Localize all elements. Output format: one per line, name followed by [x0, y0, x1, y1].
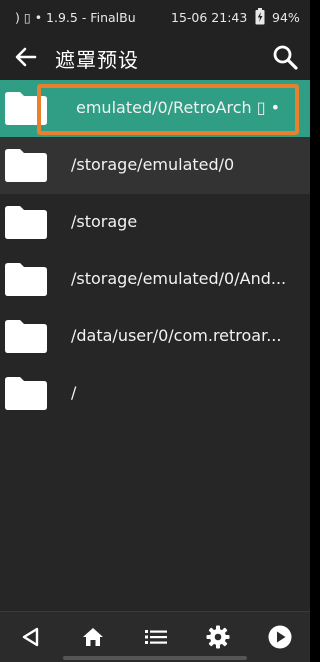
folder-icon — [5, 92, 47, 125]
folder-icon — [5, 149, 47, 182]
status-time: 15-06 21:43 — [171, 10, 248, 25]
list-item[interactable]: /data/user/0/com.retroar... — [0, 308, 310, 365]
gear-icon[interactable] — [204, 623, 232, 651]
list-item[interactable]: emulated/0/RetroArch ▯ • — [0, 80, 310, 137]
back-triangle-icon[interactable] — [17, 623, 45, 651]
arrow-left-icon[interactable] — [12, 43, 40, 71]
list-item[interactable]: /storage/emulated/0 — [0, 137, 310, 194]
bottom-nav-bar — [0, 611, 310, 662]
screen: ) ▯ • 1.9.5 - FinalBu 15-06 21:43 94% 遮罩… — [0, 0, 310, 662]
status-left-text: ) ▯ • 1.9.5 - FinalBu — [15, 10, 136, 25]
folder-icon — [5, 263, 47, 296]
list-item-label: / — [71, 383, 77, 402]
play-circle-icon[interactable] — [266, 623, 294, 651]
list-icon[interactable] — [142, 623, 170, 651]
list-item-label: /storage/emulated/0/And... — [71, 269, 287, 288]
battery-percent: 94% — [272, 10, 300, 25]
home-indicator[interactable] — [63, 656, 247, 660]
folder-icon — [5, 320, 47, 353]
search-icon[interactable] — [270, 42, 300, 72]
status-bar: ) ▯ • 1.9.5 - FinalBu 15-06 21:43 94% — [0, 0, 310, 34]
list-item-label: emulated/0/RetroArch ▯ • — [76, 98, 281, 117]
folder-icon — [5, 206, 47, 239]
list-item[interactable]: /storage/emulated/0/And... — [0, 251, 310, 308]
folder-list: emulated/0/RetroArch ▯ • /storage/emulat… — [0, 80, 310, 422]
battery-icon — [255, 8, 265, 25]
list-item-label: /data/user/0/com.retroar... — [71, 326, 282, 345]
home-icon[interactable] — [79, 623, 107, 651]
list-item-label: /storage — [71, 212, 138, 231]
app-bar: 遮罩预设 — [0, 34, 310, 80]
folder-icon — [5, 377, 47, 410]
list-item[interactable]: /storage — [0, 194, 310, 251]
list-item[interactable]: / — [0, 365, 310, 422]
page-title: 遮罩预设 — [55, 48, 139, 72]
list-item-label: /storage/emulated/0 — [71, 155, 235, 174]
